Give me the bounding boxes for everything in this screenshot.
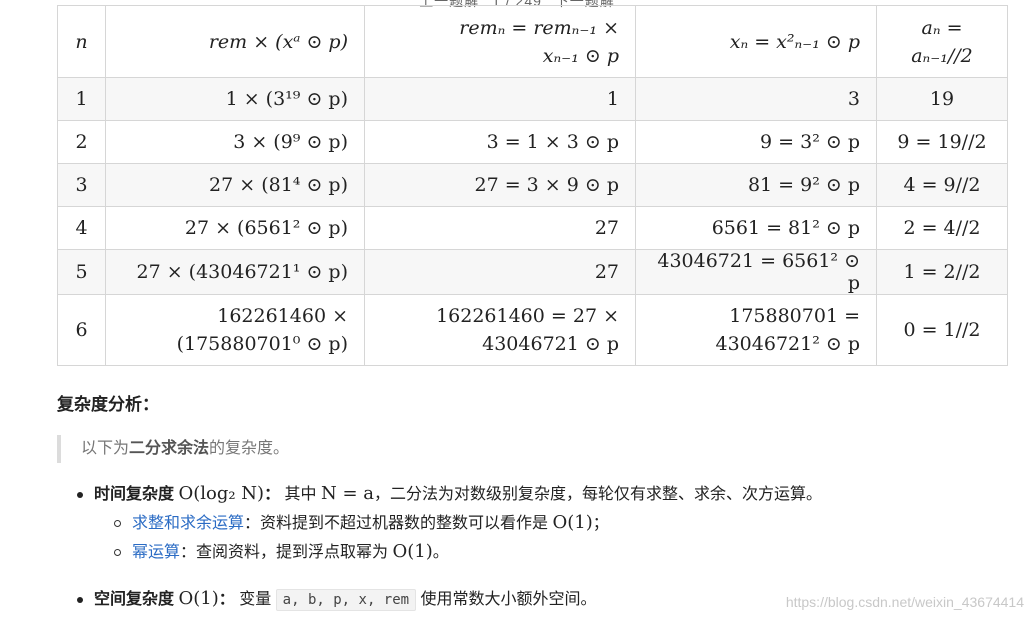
pow-ops-link[interactable]: 幂运算 bbox=[132, 544, 180, 561]
int-ops-link[interactable]: 求整和求余运算 bbox=[132, 515, 244, 532]
sub-math: O(1) bbox=[392, 541, 433, 562]
cell-rem-n: 3 = 1 × 3 ⊙ p bbox=[364, 120, 636, 164]
blockquote: 以下为二分求余法的复杂度。 bbox=[57, 435, 289, 463]
cell-rem-n: 1 bbox=[364, 77, 636, 121]
table-row: 1 1 × (3¹⁹ ⊙ p) 1 3 19 bbox=[57, 77, 1008, 121]
variables-code: a, b, p, x, rem bbox=[275, 589, 417, 611]
table-row: 5 27 × (43046721¹ ⊙ p) 27 43046721 = 656… bbox=[57, 249, 1008, 295]
cell-rem-product: 27 × (6561² ⊙ p) bbox=[105, 206, 365, 250]
quote-bold: 二分求余法 bbox=[129, 440, 210, 457]
header-rem-n: remₙ = remₙ₋₁ × xₙ₋₁ ⊙ p bbox=[364, 5, 636, 78]
sub-item: 幂运算：查阅资料，提到浮点取幂为 O(1)。 bbox=[94, 538, 822, 567]
quote-suffix: 的复杂度。 bbox=[209, 440, 290, 457]
table-header-row: n rem × (xᵃ ⊙ p) remₙ = remₙ₋₁ × xₙ₋₁ ⊙ … bbox=[57, 5, 1008, 78]
cell-a-n: 2 = 4//2 bbox=[876, 206, 1008, 250]
sub-tail: ； bbox=[592, 515, 609, 532]
cell-rem-n: 162261460 = 27 × 43046721 ⊙ p bbox=[364, 294, 636, 366]
list-item-time: 时间复杂度 O(log₂ N)： 其中 N = a，二分法为对数级别复杂度，每轮… bbox=[74, 480, 822, 567]
cell-x-n: 6561 = 81² ⊙ p bbox=[635, 206, 877, 250]
time-sublist: 求整和求余运算：资料提到不超过机器数的整数可以看作是 O(1)； 幂运算：查阅资… bbox=[94, 509, 822, 567]
header-rem-product: rem × (xᵃ ⊙ p) bbox=[105, 5, 365, 78]
space-math: O(1) bbox=[178, 588, 219, 609]
table-row: 3 27 × (81⁴ ⊙ p) 27 = 3 × 9 ⊙ p 81 = 9² … bbox=[57, 163, 1008, 207]
cell-x-n: 81 = 9² ⊙ p bbox=[635, 163, 877, 207]
cell-rem-product: 3 × (9⁹ ⊙ p) bbox=[105, 120, 365, 164]
cell-n: 6 bbox=[57, 294, 106, 366]
cell-rem-product: 162261460 × (175880701⁰ ⊙ p) bbox=[105, 294, 365, 366]
table-row: 6 162261460 × (175880701⁰ ⊙ p) 162261460… bbox=[57, 294, 1008, 366]
cell-rem-product: 27 × (43046721¹ ⊙ p) bbox=[105, 249, 365, 295]
time-label: 时间复杂度 bbox=[94, 486, 175, 503]
complexity-heading: 复杂度分析： bbox=[57, 395, 159, 414]
cell-x-n: 175880701 = 43046721² ⊙ p bbox=[635, 294, 877, 366]
table-row: 2 3 × (9⁹ ⊙ p) 3 = 1 × 3 ⊙ p 9 = 3² ⊙ p … bbox=[57, 120, 1008, 164]
sub-text: ：资料提到不超过机器数的整数可以看作是 bbox=[244, 515, 553, 532]
list-item-space: 空间复杂度 O(1)： 变量 a, b, p, x, rem 使用常数大小额外空… bbox=[74, 585, 822, 614]
cell-n: 3 bbox=[57, 163, 106, 207]
quote-prefix: 以下为 bbox=[81, 440, 130, 457]
space-label: 空间复杂度 bbox=[94, 591, 175, 608]
time-text-a: 其中 bbox=[280, 486, 321, 503]
sub-text: ：查阅资料，提到浮点取幂为 bbox=[180, 544, 393, 561]
list-spacer bbox=[74, 567, 822, 585]
watermark: https://blog.csdn.net/weixin_43674414 bbox=[785, 594, 1024, 610]
header-x-n: xₙ = x²ₙ₋₁ ⊙ p bbox=[635, 5, 877, 78]
cell-n: 4 bbox=[57, 206, 106, 250]
sub-math: O(1) bbox=[552, 512, 593, 533]
cell-x-n: 9 = 3² ⊙ p bbox=[635, 120, 877, 164]
cell-x-n: 43046721 = 6561² ⊙ p bbox=[635, 249, 877, 295]
table-row: 4 27 × (6561² ⊙ p) 27 6561 = 81² ⊙ p 2 =… bbox=[57, 206, 1008, 250]
cell-n: 1 bbox=[57, 77, 106, 121]
space-text-b: 使用常数大小额外空间。 bbox=[416, 591, 597, 608]
header-a-n: aₙ = aₙ₋₁//2 bbox=[876, 5, 1008, 78]
cell-a-n: 0 = 1//2 bbox=[876, 294, 1008, 366]
sub-item: 求整和求余运算：资料提到不超过机器数的整数可以看作是 O(1)； bbox=[94, 509, 822, 538]
time-math: O(log₂ N) bbox=[178, 483, 265, 504]
cell-a-n: 19 bbox=[876, 77, 1008, 121]
time-text-b: ，二分法为对数级别复杂度，每轮仅有求整、求余、次方运算。 bbox=[374, 486, 823, 503]
space-text-a: 变量 bbox=[234, 591, 276, 608]
cell-a-n: 4 = 9//2 bbox=[876, 163, 1008, 207]
time-math-n: N = a bbox=[321, 483, 375, 504]
cell-rem-product: 27 × (81⁴ ⊙ p) bbox=[105, 163, 365, 207]
space-colon: ： bbox=[218, 591, 235, 608]
cell-rem-product: 1 × (3¹⁹ ⊙ p) bbox=[105, 77, 365, 121]
cell-rem-n: 27 bbox=[364, 249, 636, 295]
sub-tail: 。 bbox=[432, 544, 449, 561]
cell-rem-n: 27 bbox=[364, 206, 636, 250]
cell-rem-n: 27 = 3 × 9 ⊙ p bbox=[364, 163, 636, 207]
cell-a-n: 1 = 2//2 bbox=[876, 249, 1008, 295]
cell-n: 5 bbox=[57, 249, 106, 295]
cell-n: 2 bbox=[57, 120, 106, 164]
cell-x-n: 3 bbox=[635, 77, 877, 121]
iteration-table: n rem × (xᵃ ⊙ p) remₙ = remₙ₋₁ × xₙ₋₁ ⊙ … bbox=[57, 5, 1008, 366]
cell-a-n: 9 = 19//2 bbox=[876, 120, 1008, 164]
complexity-list: 时间复杂度 O(log₂ N)： 其中 N = a，二分法为对数级别复杂度，每轮… bbox=[74, 480, 822, 614]
time-colon: ： bbox=[264, 486, 281, 503]
header-n: n bbox=[57, 5, 106, 78]
